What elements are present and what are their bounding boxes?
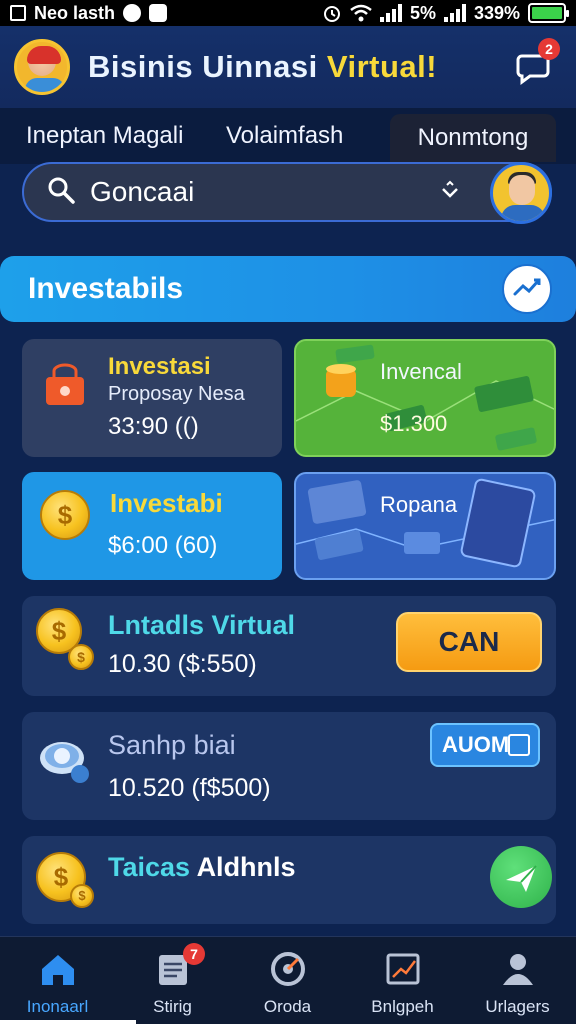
- app-title: Bisinis Uinnasi Virtual!: [88, 49, 437, 85]
- nav-badge: 7: [183, 943, 205, 965]
- signal-icon: [379, 4, 402, 22]
- alarm-icon: [323, 6, 340, 22]
- square-icon: [149, 4, 168, 22]
- battery-percent: 5%: [409, 2, 436, 23]
- nav-item-user[interactable]: Urlagers: [460, 937, 575, 1024]
- profile-avatar[interactable]: [490, 162, 552, 224]
- dollar-coin-icon: $: [40, 490, 90, 540]
- card-title: Investabi: [110, 488, 223, 518]
- nav-label: Stirig: [153, 997, 192, 1016]
- carrier-label: Neo lasth: [34, 2, 116, 23]
- card-value: 33:90 ((): [108, 413, 199, 440]
- app-title-part1: Bisinis Uinnasi: [88, 49, 327, 84]
- signal-percent: 339%: [473, 2, 520, 23]
- investment-card-3[interactable]: $ Investabi $6:00 (60): [22, 472, 282, 580]
- row-value: 10.30 ($:550): [108, 650, 257, 678]
- card-subtitle: Proposay Nesa: [108, 383, 245, 405]
- trend-chart-icon: [513, 278, 541, 296]
- investment-card-4[interactable]: Ropana: [294, 472, 556, 580]
- send-icon: [506, 865, 537, 892]
- tab-volaimfash[interactable]: Volaimfash: [226, 122, 343, 150]
- avatar[interactable]: [14, 39, 70, 95]
- row-title: Sanhp biai: [108, 730, 236, 760]
- search-bar[interactable]: [22, 162, 552, 224]
- notification-icon: [10, 5, 26, 21]
- status-left: Neo lasth: [10, 2, 168, 24]
- chat-badge: 2: [538, 38, 560, 60]
- card-title: Invencal: [380, 359, 462, 384]
- nav-item-dial[interactable]: Oroda: [230, 937, 345, 1024]
- user-icon: [503, 954, 533, 985]
- chat-button[interactable]: 2: [516, 38, 560, 86]
- list-item[interactable]: $ $ Taicas Aldhnls: [22, 836, 556, 924]
- nav-label: Urlagers: [485, 997, 550, 1016]
- add-button-label: AUOM: [442, 732, 510, 757]
- nav-item-document[interactable]: 7 Stirig: [115, 937, 230, 1024]
- status-right: 5% 339%: [322, 2, 569, 24]
- row-title-part1: Taicas: [108, 852, 191, 882]
- section-banner: Investabils: [0, 256, 576, 322]
- chart-board-icon: [386, 953, 420, 985]
- search-input[interactable]: [90, 176, 410, 208]
- card-value: $1.300: [380, 411, 448, 436]
- small-coin-icon: $: [70, 884, 94, 908]
- small-coin-icon: $: [68, 644, 94, 670]
- investment-card-2[interactable]: Invencal $1.300: [294, 339, 556, 457]
- nav-item-chart-board[interactable]: Bnlgpeh: [345, 937, 460, 1024]
- tablet-illustration-icon: [296, 478, 554, 568]
- bottom-nav: Inonaarl 7 Stirig Oroda Bnlgpeh Urlagers: [0, 936, 576, 1024]
- nav-label: Bnlgpeh: [371, 997, 434, 1016]
- section-title: Investabils: [28, 272, 184, 305]
- circle-icon: [123, 4, 142, 22]
- home-indicator: [0, 1020, 136, 1024]
- nav-item-home[interactable]: Inonaarl: [0, 937, 115, 1024]
- dial-icon: [271, 952, 305, 986]
- card-value: $6:00 (60): [108, 532, 218, 559]
- investment-card-1[interactable]: Investasi Proposay Nesa 33:90 ((): [22, 339, 282, 457]
- plus-icon: [508, 734, 530, 756]
- status-bar: Neo lasth 5% 339%: [0, 0, 576, 26]
- card-title: Ropana: [380, 492, 458, 517]
- tab-nonmtong[interactable]: Nonmtong: [390, 114, 556, 162]
- battery-icon: [528, 3, 569, 23]
- app-header: Bisinis Uinnasi Virtual! 2: [0, 26, 576, 108]
- shopping-basket-icon: [46, 363, 84, 405]
- row-value: 10.520 (f$500): [108, 774, 271, 802]
- stopwatch-icon: [40, 742, 89, 783]
- chevron-down-icon[interactable]: [438, 180, 462, 204]
- row-title: Lntadls Virtual: [108, 610, 296, 640]
- nav-label: Inonaarl: [26, 997, 89, 1016]
- wifi-icon: [350, 4, 372, 22]
- card-title: Investasi: [108, 353, 211, 380]
- search-icon: [46, 175, 76, 210]
- app-title-part2: Virtual!: [326, 49, 438, 84]
- tab-ineptan-magali[interactable]: Ineptan Magali: [26, 122, 183, 150]
- send-button[interactable]: [490, 846, 552, 908]
- signal-icon-2: [443, 4, 466, 22]
- add-button[interactable]: AUOM: [430, 723, 540, 767]
- row-title: Taicas Aldhnls: [108, 852, 296, 883]
- row-title-part2: Aldhnls: [196, 852, 296, 882]
- tab-bar: Ineptan Magali Volaimfash Nonmtong: [0, 108, 576, 164]
- nav-label: Oroda: [263, 997, 312, 1016]
- trend-button[interactable]: [502, 264, 552, 314]
- can-button[interactable]: CAN: [396, 612, 542, 672]
- home-icon: [42, 955, 74, 985]
